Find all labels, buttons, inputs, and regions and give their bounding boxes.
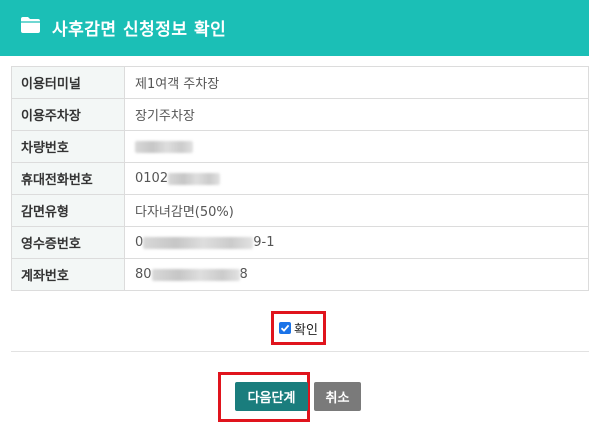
- receipt-visible-end: 9-1: [253, 235, 275, 250]
- info-table: 이용터미널 제1여객 주차장 이용주차장 장기주차장 차량번호 휴대전화번호 0…: [11, 66, 589, 291]
- vehicle-number-label: 차량번호: [11, 130, 125, 163]
- phone-label: 휴대전화번호: [11, 162, 125, 195]
- redacted-vehicle-number: [135, 140, 193, 153]
- table-row: 이용주차장 장기주차장: [11, 98, 589, 131]
- table-row: 휴대전화번호 0102: [11, 162, 589, 195]
- discount-type-label: 감면유형: [11, 194, 125, 227]
- receipt-visible-start: 0: [135, 235, 144, 250]
- parking-lot-value: 장기주차장: [124, 98, 589, 131]
- table-row: 이용터미널 제1여객 주차장: [11, 66, 589, 99]
- redacted-phone: [168, 172, 221, 185]
- terminal-label: 이용터미널: [11, 66, 125, 99]
- parking-lot-label: 이용주차장: [11, 98, 125, 131]
- table-row: 차량번호: [11, 130, 589, 163]
- page-header: 사후감면 신청정보 확인: [0, 0, 589, 56]
- table-row: 영수증번호 0 9-1: [11, 226, 589, 259]
- next-step-button[interactable]: 다음단계: [235, 382, 308, 411]
- account-number-label: 계좌번호: [11, 258, 125, 291]
- confirm-checkbox[interactable]: [279, 322, 292, 334]
- account-visible-start: 80: [135, 267, 152, 282]
- confirm-checkbox-group[interactable]: 확인: [271, 311, 326, 345]
- redacted-account: [151, 268, 240, 281]
- table-row: 감면유형 다자녀감면(50%): [11, 194, 589, 227]
- folder-icon: [21, 17, 40, 33]
- page-title: 사후감면 신청정보 확인: [52, 20, 227, 40]
- vehicle-number-value: [124, 130, 589, 163]
- confirm-label: 확인: [294, 322, 318, 338]
- phone-visible-part: 0102: [135, 171, 169, 186]
- account-visible-end: 8: [239, 267, 248, 282]
- terminal-value: 제1여객 주차장: [124, 66, 589, 99]
- receipt-number-label: 영수증번호: [11, 226, 125, 259]
- redacted-receipt: [143, 236, 254, 249]
- divider: [11, 351, 589, 352]
- discount-type-value: 다자녀감면(50%): [124, 194, 589, 227]
- receipt-number-value: 0 9-1: [124, 226, 589, 259]
- cancel-button[interactable]: 취소: [314, 382, 361, 411]
- table-row: 계좌번호 80 8: [11, 258, 589, 291]
- phone-value: 0102: [124, 162, 589, 195]
- checkmark-icon: [280, 324, 290, 332]
- account-number-value: 80 8: [124, 258, 589, 291]
